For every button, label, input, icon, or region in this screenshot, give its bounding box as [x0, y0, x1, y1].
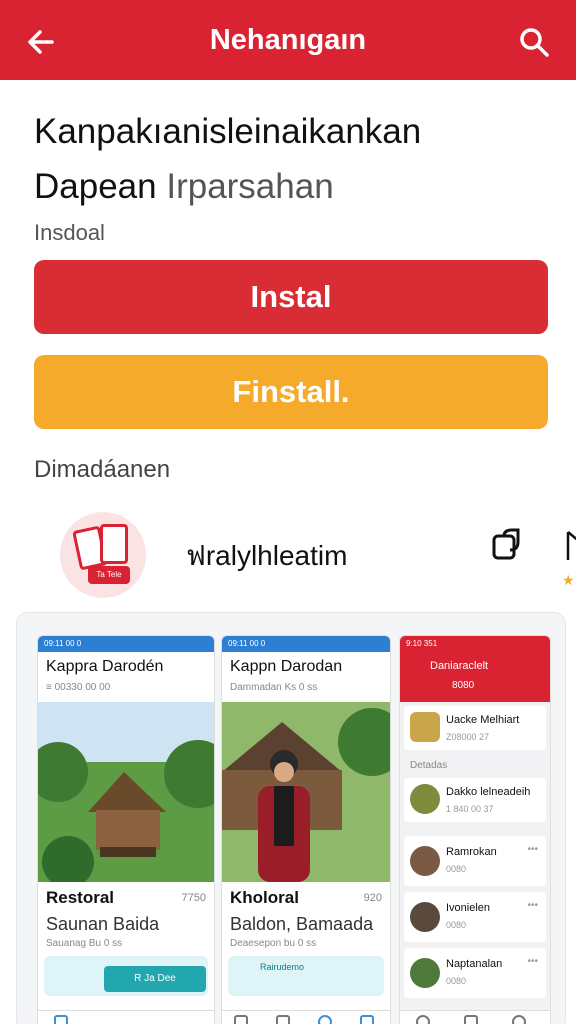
more-icon[interactable]: •••	[527, 956, 538, 967]
app-bar-title: Nehanıgaın	[209, 24, 367, 56]
chat-header-title: Daniaraclelt	[430, 660, 489, 672]
partial-icon	[566, 531, 576, 560]
app-title: Kanpakıanisleinaikankan	[34, 112, 422, 151]
screen-description: Baldon, Bamaada	[230, 914, 374, 934]
screen-title: Kappn Darodan	[230, 658, 343, 675]
list-item[interactable]: Dakko lelneadeih 1 840 00 37	[404, 778, 546, 822]
list-item-sub: 0080	[446, 920, 467, 930]
status-bar: 09:11 00 0	[38, 636, 214, 652]
person-photo	[222, 702, 390, 882]
home-icon[interactable]	[234, 1015, 248, 1024]
screenshot-3[interactable]: 9:10 351 Daniaraclelt 8080 Uacke Melhiar…	[399, 635, 551, 1024]
avatar	[410, 712, 440, 742]
add-icon[interactable]	[318, 1015, 332, 1024]
top-app-bar: Nehanıgaın	[0, 0, 576, 80]
list-item[interactable]: Uacke Melhiart Z08000 27	[404, 706, 546, 750]
list-item[interactable]: Ivonielen 0080 •••	[404, 892, 546, 942]
list-item-name: Uacke Melhiart	[446, 714, 520, 726]
share-icon[interactable]	[490, 526, 526, 562]
screen-detail: Sauanag Bu 0 ss	[46, 938, 123, 949]
screen-meta: ≡ 00330 00 00	[46, 682, 111, 693]
list-item[interactable]: Naptanalan 0080 •••	[404, 948, 546, 998]
avatar	[410, 958, 440, 988]
chat-header-sub: 8080	[452, 680, 475, 691]
avatar	[410, 902, 440, 932]
list-item-sub: 0080	[446, 864, 467, 874]
chat-icon[interactable]	[360, 1015, 374, 1024]
bottom-nav	[222, 1010, 390, 1024]
install-secondary-button[interactable]: Finstall.	[34, 355, 548, 429]
bottom-nav	[38, 1010, 214, 1024]
developer-name[interactable]: Dapean	[34, 167, 157, 206]
screenshot-1[interactable]: 09:11 00 0 Kappra Darodén ≡ 00330 00 00 …	[37, 635, 215, 1024]
user-icon[interactable]	[512, 1015, 526, 1024]
app-subtitle: Dapean Irparsahan	[34, 166, 334, 208]
list-item-sub: 0080	[446, 976, 467, 986]
screenshot-2[interactable]: 09:11 00 0 Kappn Darodan Dammadan Ks 0 s…	[221, 635, 391, 1024]
shield-icon[interactable]	[464, 1015, 478, 1024]
chat-header: Daniaraclelt 8080	[400, 652, 550, 702]
screen-count: 7750	[181, 892, 206, 904]
rating-star-icon: ★	[562, 572, 575, 588]
install-note: Insdoal	[34, 220, 105, 245]
app-tag: Ta Tele	[88, 566, 130, 584]
house-photo	[38, 702, 214, 882]
avatar	[410, 846, 440, 876]
promo-text: Rairudemo	[260, 962, 305, 972]
screen-heading: Restoral	[46, 888, 115, 907]
related-app-name[interactable]: ฟralylhleatim	[186, 534, 347, 578]
screen-description: Saunan Baida	[46, 914, 160, 934]
more-icon[interactable]: •••	[527, 900, 538, 911]
screenshots-carousel[interactable]: 09:11 00 0 Kappra Darodén ≡ 00330 00 00 …	[16, 612, 566, 1024]
promo-card: Rairudemo	[228, 956, 384, 996]
screen-count: 920	[363, 892, 382, 904]
app-category: Irparsahan	[166, 167, 334, 206]
status-bar: 09:11 00 0	[222, 636, 390, 652]
related-app-icon[interactable]: Ta Tele	[60, 512, 146, 598]
home-icon[interactable]	[54, 1015, 68, 1024]
profile-icon[interactable]	[416, 1015, 430, 1024]
screen-heading: Kholoral	[230, 888, 299, 907]
avatar	[410, 784, 440, 814]
screen-title: Kappra Darodén	[46, 658, 164, 675]
promo-cta-button[interactable]: R Ja Dee	[104, 966, 206, 992]
list-item-name: Naptanalan	[446, 958, 503, 970]
status-bar: 9:10 351	[400, 636, 550, 652]
bottom-nav	[400, 1010, 550, 1024]
list-item-sub: Z08000 27	[446, 732, 490, 742]
install-button[interactable]: Instal	[34, 260, 548, 334]
shop-icon[interactable]	[276, 1015, 290, 1024]
related-section-label: Dimadáanen	[34, 456, 171, 483]
list-item-name: Ivonielen	[446, 902, 491, 914]
list-item-sub: 1 840 00 37	[446, 804, 494, 814]
more-icon[interactable]: •••	[527, 844, 538, 855]
list-item[interactable]: Ramrokan 0080 •••	[404, 836, 546, 886]
section-header: Detadas	[410, 760, 448, 771]
list-item-name: Dakko lelneadeih	[446, 786, 531, 798]
screen-detail: Deaesepon bu 0 ss	[230, 938, 317, 949]
phone-icon	[100, 524, 128, 564]
list-item-name: Ramrokan	[446, 846, 497, 858]
search-icon[interactable]	[514, 22, 554, 62]
screen-meta: Dammadan Ks 0 ss	[230, 682, 318, 693]
